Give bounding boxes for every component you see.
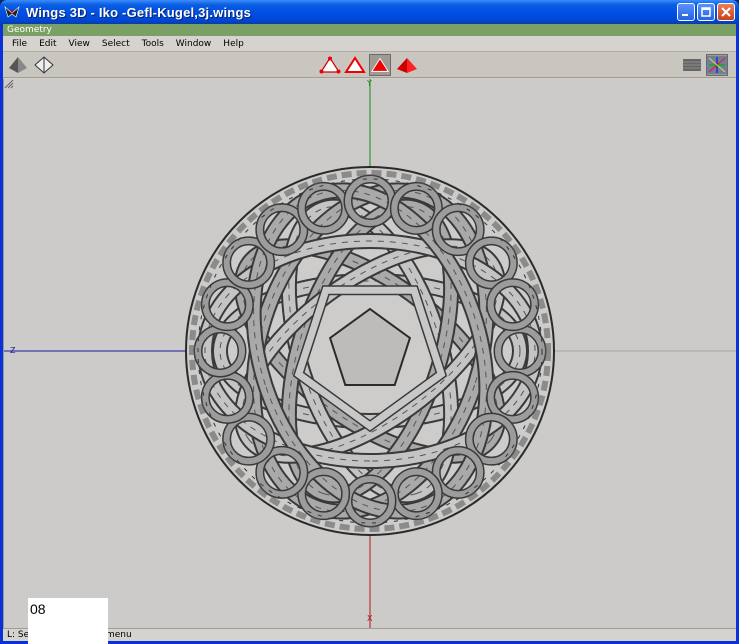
body-mode-icon [397, 58, 417, 73]
close-button[interactable] [717, 3, 735, 21]
z-axis-label: Z [10, 346, 16, 355]
menu-file[interactable]: File [6, 39, 33, 49]
3d-viewport[interactable]: Y Z X [3, 79, 736, 628]
vertex-mode-icon [319, 56, 341, 74]
edge-mode-icon [344, 56, 366, 73]
vertex-mode-button[interactable] [319, 54, 341, 76]
menu-select[interactable]: Select [96, 39, 136, 49]
menu-window[interactable]: Window [170, 39, 218, 49]
wireframe-button[interactable] [33, 54, 55, 76]
edge-mode-button[interactable] [344, 54, 366, 76]
fps-overlay: 08 [28, 598, 108, 644]
menu-view[interactable]: View [63, 39, 96, 49]
minimize-icon [682, 14, 688, 16]
maximize-icon [701, 7, 711, 17]
menu-bar: File Edit View Select Tools Window Help [3, 36, 736, 52]
x-axis-label: X [367, 614, 373, 623]
face-mode-button[interactable] [369, 54, 391, 76]
smooth-shaded-button[interactable] [7, 54, 29, 76]
menu-tools[interactable]: Tools [136, 39, 170, 49]
body-mode-button[interactable] [396, 54, 418, 76]
smooth-shaded-icon [9, 57, 27, 73]
app-window: Wings 3D - Iko -Gefl-Kugel,3j.wings Geom… [0, 0, 739, 644]
ground-plane-icon [683, 59, 701, 71]
face-mode-icon [370, 57, 390, 72]
wings-app-icon [4, 4, 20, 20]
toolbar [3, 52, 736, 78]
title-bar[interactable]: Wings 3D - Iko -Gefl-Kugel,3j.wings [0, 0, 739, 24]
scene-canvas[interactable]: Y Z X [4, 79, 736, 628]
minimize-button[interactable] [677, 3, 695, 21]
axes-icon [707, 56, 727, 74]
client-area: Geometry File Edit View Select Tools Win… [3, 24, 736, 641]
maximize-button[interactable] [697, 3, 715, 21]
ground-plane-button[interactable] [681, 54, 703, 76]
resize-grip-icon[interactable] [4, 79, 14, 89]
geometry-window-header[interactable]: Geometry [3, 24, 736, 36]
status-bar: L: Se... mera R: Show menu [3, 628, 736, 641]
braided-sphere-mesh[interactable] [185, 160, 555, 542]
wireframe-icon [34, 56, 54, 74]
axes-button[interactable] [706, 54, 728, 76]
menu-help[interactable]: Help [217, 39, 250, 49]
menu-edit[interactable]: Edit [33, 39, 62, 49]
y-axis-label: Y [366, 79, 372, 88]
window-title: Wings 3D - Iko -Gefl-Kugel,3j.wings [26, 4, 252, 20]
close-icon [721, 7, 731, 17]
